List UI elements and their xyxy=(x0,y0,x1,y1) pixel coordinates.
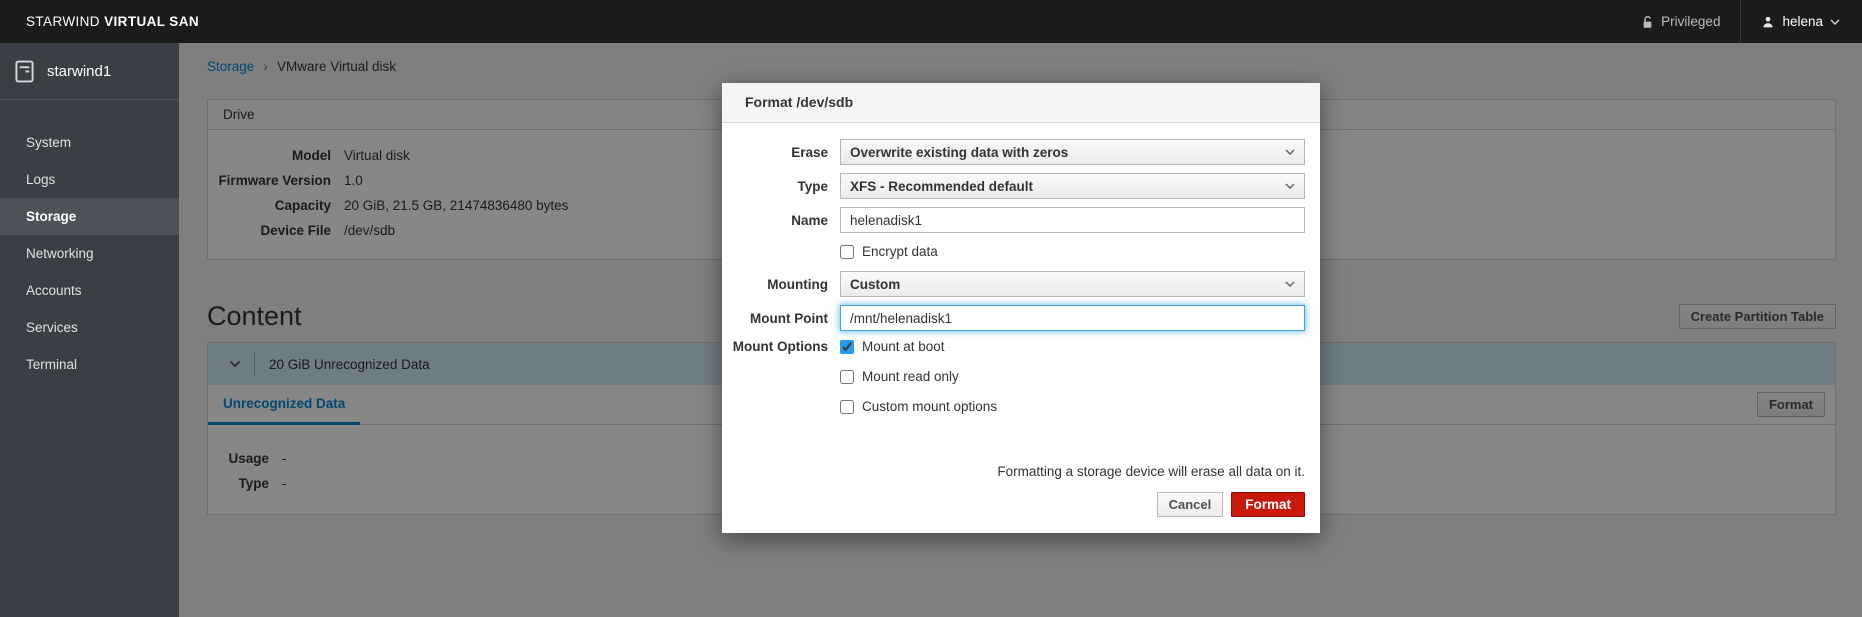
chevron-down-icon xyxy=(1285,281,1295,287)
format-dialog: Format /dev/sdb Erase Overwrite existing… xyxy=(722,83,1320,533)
topbar-right: Privileged helena xyxy=(1621,0,1844,43)
erase-label: Erase xyxy=(722,145,828,160)
sidebar-item-terminal[interactable]: Terminal xyxy=(0,346,179,383)
host-selector[interactable]: starwind1 xyxy=(0,43,179,100)
mount-point-input[interactable] xyxy=(840,305,1305,331)
user-name: helena xyxy=(1782,14,1823,29)
host-name: starwind1 xyxy=(47,63,111,80)
privileged-label: Privileged xyxy=(1661,14,1720,29)
name-input[interactable] xyxy=(840,207,1305,233)
sidebar-item-accounts[interactable]: Accounts xyxy=(0,272,179,309)
type-label: Type xyxy=(722,179,828,194)
mounting-select[interactable]: Custom xyxy=(840,271,1305,297)
user-icon xyxy=(1761,15,1775,29)
mount-at-boot-checkbox[interactable]: Mount at boot xyxy=(840,339,1305,354)
mounting-label: Mounting xyxy=(722,277,828,292)
brand-secondary: VIRTUAL SAN xyxy=(104,14,199,29)
sidebar-item-system[interactable]: System xyxy=(0,124,179,161)
chevron-down-icon xyxy=(1830,19,1840,25)
unlock-icon xyxy=(1641,15,1654,29)
app-brand[interactable]: STARWIND VIRTUAL SAN xyxy=(26,14,199,29)
sidebar: starwind1 System Logs Storage Networking… xyxy=(0,43,179,617)
mount-options-label: Mount Options xyxy=(722,339,828,354)
custom-mount-options-checkbox[interactable]: Custom mount options xyxy=(840,399,1305,414)
erase-select[interactable]: Overwrite existing data with zeros xyxy=(840,139,1305,165)
format-submit-button[interactable]: Format xyxy=(1231,492,1305,517)
filesystem-type-select[interactable]: XFS - Recommended default xyxy=(840,173,1305,199)
encrypt-data-checkbox[interactable]: Encrypt data xyxy=(840,244,1305,259)
sidebar-item-logs[interactable]: Logs xyxy=(0,161,179,198)
name-label: Name xyxy=(722,213,828,228)
top-bar: STARWIND VIRTUAL SAN Privileged helena xyxy=(0,0,1862,43)
mount-read-only-checkbox[interactable]: Mount read only xyxy=(840,369,1305,384)
chevron-down-icon xyxy=(1285,149,1295,155)
sidebar-nav: System Logs Storage Networking Accounts … xyxy=(0,100,179,383)
user-menu[interactable]: helena xyxy=(1741,14,1844,29)
format-warning-text: Formatting a storage device will erase a… xyxy=(737,464,1305,479)
brand-primary: STARWIND xyxy=(26,14,100,29)
dialog-title: Format /dev/sdb xyxy=(722,83,1320,123)
mount-point-label: Mount Point xyxy=(722,311,828,326)
cancel-button[interactable]: Cancel xyxy=(1157,492,1224,517)
server-icon xyxy=(15,60,34,83)
chevron-down-icon xyxy=(1285,183,1295,189)
sidebar-item-storage[interactable]: Storage xyxy=(0,198,179,235)
privileged-indicator[interactable]: Privileged xyxy=(1621,14,1740,29)
sidebar-item-networking[interactable]: Networking xyxy=(0,235,179,272)
sidebar-item-services[interactable]: Services xyxy=(0,309,179,346)
